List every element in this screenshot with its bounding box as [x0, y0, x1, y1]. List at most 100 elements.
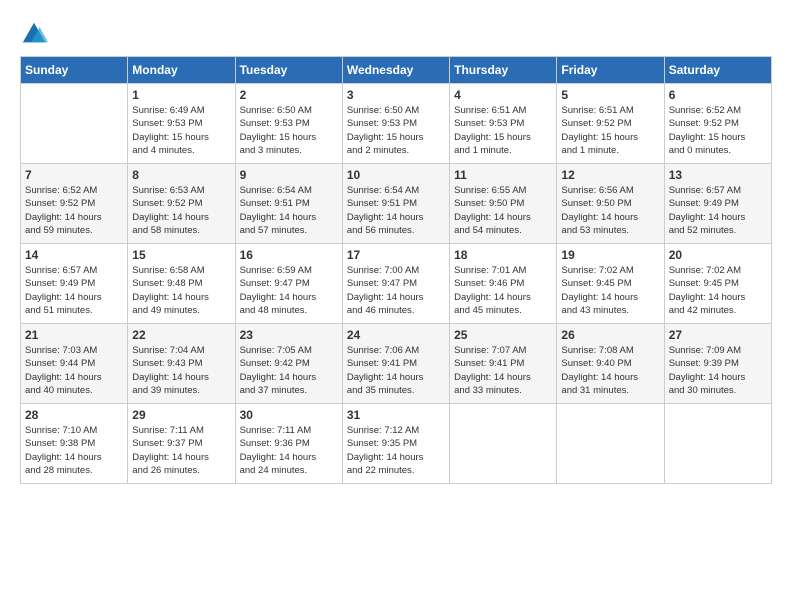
- day-content: Sunrise: 6:57 AM Sunset: 9:49 PM Dayligh…: [25, 264, 123, 317]
- day-number: 7: [25, 168, 123, 182]
- calendar-cell: 14 Sunrise: 6:57 AM Sunset: 9:49 PM Dayli…: [21, 244, 128, 324]
- calendar-cell: 10 Sunrise: 6:54 AM Sunset: 9:51 PM Dayli…: [342, 164, 449, 244]
- calendar-cell: 22 Sunrise: 7:04 AM Sunset: 9:43 PM Dayli…: [128, 324, 235, 404]
- day-content: Sunrise: 6:50 AM Sunset: 9:53 PM Dayligh…: [240, 104, 338, 157]
- day-content: Sunrise: 6:54 AM Sunset: 9:51 PM Dayligh…: [347, 184, 445, 237]
- day-content: Sunrise: 7:11 AM Sunset: 9:37 PM Dayligh…: [132, 424, 230, 477]
- day-content: Sunrise: 6:58 AM Sunset: 9:48 PM Dayligh…: [132, 264, 230, 317]
- day-number: 16: [240, 248, 338, 262]
- calendar-cell: 29 Sunrise: 7:11 AM Sunset: 9:37 PM Dayli…: [128, 404, 235, 484]
- day-content: Sunrise: 7:01 AM Sunset: 9:46 PM Dayligh…: [454, 264, 552, 317]
- day-content: Sunrise: 6:54 AM Sunset: 9:51 PM Dayligh…: [240, 184, 338, 237]
- weekday-header-friday: Friday: [557, 57, 664, 84]
- calendar-cell: 30 Sunrise: 7:11 AM Sunset: 9:36 PM Dayli…: [235, 404, 342, 484]
- calendar-cell: 20Sunrise: 7:02 AM Sunset: 9:45 PM Dayli…: [664, 244, 771, 324]
- day-number: 26: [561, 328, 659, 342]
- day-number: 12: [561, 168, 659, 182]
- day-content: Sunrise: 7:10 AM Sunset: 9:38 PM Dayligh…: [25, 424, 123, 477]
- calendar-cell: 17 Sunrise: 7:00 AM Sunset: 9:47 PM Dayli…: [342, 244, 449, 324]
- calendar-cell: 31 Sunrise: 7:12 AM Sunset: 9:35 PM Dayli…: [342, 404, 449, 484]
- calendar-cell: 26 Sunrise: 7:08 AM Sunset: 9:40 PM Dayli…: [557, 324, 664, 404]
- calendar-cell: [21, 84, 128, 164]
- day-number: 17: [347, 248, 445, 262]
- calendar-cell: 15 Sunrise: 6:58 AM Sunset: 9:48 PM Dayli…: [128, 244, 235, 324]
- calendar-cell: 12 Sunrise: 6:56 AM Sunset: 9:50 PM Dayli…: [557, 164, 664, 244]
- day-number: 25: [454, 328, 552, 342]
- day-content: Sunrise: 6:51 AM Sunset: 9:52 PM Dayligh…: [561, 104, 659, 157]
- day-content: Sunrise: 7:02 AM Sunset: 9:45 PM Dayligh…: [561, 264, 659, 317]
- day-number: 10: [347, 168, 445, 182]
- day-number: 2: [240, 88, 338, 102]
- calendar-cell: 19 Sunrise: 7:02 AM Sunset: 9:45 PM Dayli…: [557, 244, 664, 324]
- day-number: 18: [454, 248, 552, 262]
- day-content: Sunrise: 6:50 AM Sunset: 9:53 PM Dayligh…: [347, 104, 445, 157]
- day-number: 15: [132, 248, 230, 262]
- logo-icon: [20, 20, 48, 48]
- day-number: 30: [240, 408, 338, 422]
- calendar-cell: [450, 404, 557, 484]
- calendar-cell: 18 Sunrise: 7:01 AM Sunset: 9:46 PM Dayli…: [450, 244, 557, 324]
- day-content: Sunrise: 6:57 AM Sunset: 9:49 PM Dayligh…: [669, 184, 767, 237]
- day-content: Sunrise: 7:05 AM Sunset: 9:42 PM Dayligh…: [240, 344, 338, 397]
- calendar-cell: 27 Sunrise: 7:09 AM Sunset: 9:39 PM Dayli…: [664, 324, 771, 404]
- day-number: 11: [454, 168, 552, 182]
- calendar-week-4: 21Sunrise: 7:03 AM Sunset: 9:44 PM Dayli…: [21, 324, 772, 404]
- calendar-cell: 1Sunrise: 6:49 AM Sunset: 9:53 PM Daylig…: [128, 84, 235, 164]
- day-number: 8: [132, 168, 230, 182]
- weekday-header-wednesday: Wednesday: [342, 57, 449, 84]
- day-content: Sunrise: 6:53 AM Sunset: 9:52 PM Dayligh…: [132, 184, 230, 237]
- calendar-cell: 6Sunrise: 6:52 AM Sunset: 9:52 PM Daylig…: [664, 84, 771, 164]
- day-number: 13: [669, 168, 767, 182]
- calendar-week-1: 1Sunrise: 6:49 AM Sunset: 9:53 PM Daylig…: [21, 84, 772, 164]
- day-number: 22: [132, 328, 230, 342]
- day-content: Sunrise: 7:09 AM Sunset: 9:39 PM Dayligh…: [669, 344, 767, 397]
- day-content: Sunrise: 7:04 AM Sunset: 9:43 PM Dayligh…: [132, 344, 230, 397]
- day-number: 19: [561, 248, 659, 262]
- calendar-cell: 16 Sunrise: 6:59 AM Sunset: 9:47 PM Dayli…: [235, 244, 342, 324]
- day-number: 5: [561, 88, 659, 102]
- calendar-cell: 7 Sunrise: 6:52 AM Sunset: 9:52 PM Daylig…: [21, 164, 128, 244]
- day-content: Sunrise: 6:52 AM Sunset: 9:52 PM Dayligh…: [25, 184, 123, 237]
- day-number: 24: [347, 328, 445, 342]
- day-number: 9: [240, 168, 338, 182]
- calendar-cell: 2 Sunrise: 6:50 AM Sunset: 9:53 PM Daylig…: [235, 84, 342, 164]
- calendar-cell: 4 Sunrise: 6:51 AM Sunset: 9:53 PM Daylig…: [450, 84, 557, 164]
- day-content: Sunrise: 7:11 AM Sunset: 9:36 PM Dayligh…: [240, 424, 338, 477]
- weekday-header-sunday: Sunday: [21, 57, 128, 84]
- calendar-cell: [664, 404, 771, 484]
- calendar-cell: 9 Sunrise: 6:54 AM Sunset: 9:51 PM Daylig…: [235, 164, 342, 244]
- day-content: Sunrise: 6:59 AM Sunset: 9:47 PM Dayligh…: [240, 264, 338, 317]
- day-content: Sunrise: 7:07 AM Sunset: 9:41 PM Dayligh…: [454, 344, 552, 397]
- day-content: Sunrise: 7:08 AM Sunset: 9:40 PM Dayligh…: [561, 344, 659, 397]
- calendar-week-5: 28 Sunrise: 7:10 AM Sunset: 9:38 PM Dayli…: [21, 404, 772, 484]
- calendar-table: SundayMondayTuesdayWednesdayThursdayFrid…: [20, 56, 772, 484]
- calendar-cell: 24Sunrise: 7:06 AM Sunset: 9:41 PM Dayli…: [342, 324, 449, 404]
- page-header: [20, 20, 772, 48]
- day-number: 31: [347, 408, 445, 422]
- day-content: Sunrise: 7:03 AM Sunset: 9:44 PM Dayligh…: [25, 344, 123, 397]
- day-number: 1: [132, 88, 230, 102]
- weekday-header-thursday: Thursday: [450, 57, 557, 84]
- day-content: Sunrise: 6:51 AM Sunset: 9:53 PM Dayligh…: [454, 104, 552, 157]
- calendar-cell: 23 Sunrise: 7:05 AM Sunset: 9:42 PM Dayli…: [235, 324, 342, 404]
- day-number: 23: [240, 328, 338, 342]
- day-number: 14: [25, 248, 123, 262]
- weekday-header-tuesday: Tuesday: [235, 57, 342, 84]
- day-number: 28: [25, 408, 123, 422]
- day-number: 4: [454, 88, 552, 102]
- calendar-cell: 25 Sunrise: 7:07 AM Sunset: 9:41 PM Dayli…: [450, 324, 557, 404]
- calendar-cell: 3 Sunrise: 6:50 AM Sunset: 9:53 PM Daylig…: [342, 84, 449, 164]
- day-number: 3: [347, 88, 445, 102]
- calendar-cell: [557, 404, 664, 484]
- day-content: Sunrise: 7:00 AM Sunset: 9:47 PM Dayligh…: [347, 264, 445, 317]
- day-number: 20: [669, 248, 767, 262]
- calendar-cell: 11Sunrise: 6:55 AM Sunset: 9:50 PM Dayli…: [450, 164, 557, 244]
- day-content: Sunrise: 7:12 AM Sunset: 9:35 PM Dayligh…: [347, 424, 445, 477]
- day-content: Sunrise: 6:56 AM Sunset: 9:50 PM Dayligh…: [561, 184, 659, 237]
- calendar-cell: 8 Sunrise: 6:53 AM Sunset: 9:52 PM Daylig…: [128, 164, 235, 244]
- day-number: 29: [132, 408, 230, 422]
- calendar-week-2: 7 Sunrise: 6:52 AM Sunset: 9:52 PM Daylig…: [21, 164, 772, 244]
- weekday-header-saturday: Saturday: [664, 57, 771, 84]
- logo: [20, 20, 52, 48]
- day-number: 27: [669, 328, 767, 342]
